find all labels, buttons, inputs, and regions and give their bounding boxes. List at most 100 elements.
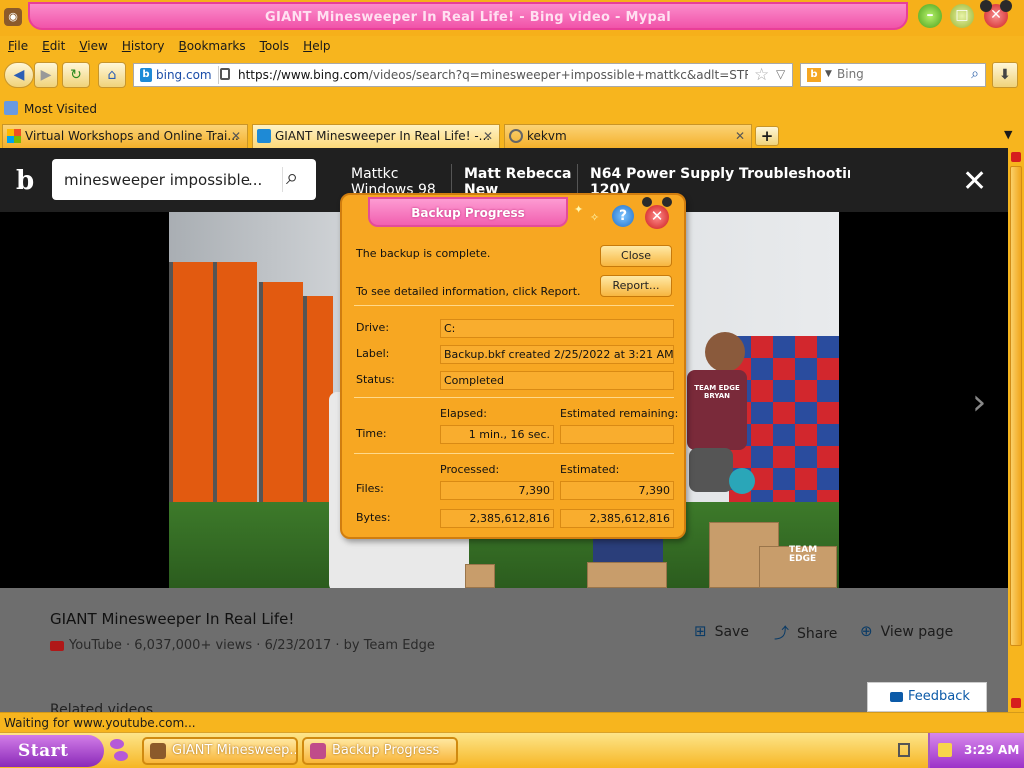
divider (354, 397, 674, 398)
search-engine-dropdown-icon[interactable]: ▼ (825, 69, 832, 79)
mouse-ear-right-icon (662, 197, 672, 207)
new-tab-button[interactable]: + (755, 126, 779, 146)
files-label: Files: (356, 482, 384, 495)
mouse-ear-left-icon (980, 0, 992, 12)
tab-close-icon[interactable]: ✕ (735, 125, 745, 147)
time-label: Time: (356, 427, 387, 440)
title-pill: GIANT Minesweeper In Real Life! - Bing v… (28, 2, 908, 30)
scroll-down-icon[interactable] (1011, 698, 1021, 708)
scroll-thumb[interactable] (1010, 166, 1022, 646)
downloads-button[interactable]: ⬇ (992, 62, 1018, 88)
start-button[interactable]: Start (0, 735, 104, 767)
save-icon: ⊞ (694, 622, 707, 640)
taskbar-browser[interactable]: GIANT Minesweep... (142, 737, 298, 765)
site-identity[interactable]: b bing.com (136, 66, 219, 84)
menu-edit[interactable]: Edit (42, 39, 65, 53)
elapsed-heading: Elapsed: (440, 407, 487, 420)
menu-tools[interactable]: Tools (260, 39, 290, 53)
tab-giant-minesweeper[interactable]: GIANT Minesweeper In Real Life! -... ✕ (252, 124, 500, 148)
window-title: GIANT Minesweeper In Real Life! - Bing v… (265, 10, 671, 25)
back-button[interactable]: ◀ (4, 62, 34, 88)
most-visited-bookmark[interactable]: Most Visited (24, 102, 97, 116)
estimated-heading: Estimated: (560, 463, 620, 476)
web-search-input[interactable] (837, 67, 957, 81)
video-title[interactable]: GIANT Minesweeper In Real Life! (50, 610, 294, 628)
video-info: GIANT Minesweeper In Real Life! YouTube … (0, 588, 1008, 712)
search-engine-icon[interactable]: b (807, 68, 821, 82)
backup-complete-message: The backup is complete. (356, 247, 491, 260)
mypal-app-icon[interactable]: ◉ (4, 8, 22, 26)
close-video-icon[interactable]: ✕ (962, 164, 987, 199)
menu-file[interactable]: File (8, 39, 28, 53)
web-search-box[interactable]: b ▼ ⌕ (800, 63, 986, 87)
mypal-icon (150, 743, 166, 759)
navigation-toolbar: ◀ ▶ ↻ ⌂ b bing.com https://www.bing.com/… (0, 58, 1024, 92)
label-label: Label: (356, 347, 390, 360)
share-button[interactable]: ⤴ Share (774, 622, 837, 643)
report-button[interactable]: Report... (600, 275, 672, 297)
volume-tray-icon[interactable] (938, 743, 952, 757)
bing-search-box[interactable]: minesweeper impossible ... ⌕ (52, 159, 316, 200)
forward-button[interactable]: ▶ (34, 62, 58, 88)
forward-arrow-icon: ▶ (40, 67, 52, 83)
home-button[interactable]: ⌂ (98, 62, 126, 88)
person-maroon-shirt: TEAM EDGE BRYAN (687, 370, 747, 450)
menu-bar: File Edit View History Bookmarks Tools H… (0, 36, 1024, 56)
menu-help[interactable]: Help (303, 39, 330, 53)
divider (354, 453, 674, 454)
menu-view[interactable]: View (79, 39, 107, 53)
files-processed: 7,390 (440, 481, 554, 500)
video-source[interactable]: YouTube (69, 638, 122, 653)
lock-icon (220, 68, 230, 80)
dialog-help-button[interactable]: ? (612, 205, 634, 227)
tab-virtual-workshops[interactable]: Virtual Workshops and Online Trai... ✕ (2, 124, 248, 148)
shirt-name-tag: BRYAN (703, 392, 731, 400)
tab-close-icon[interactable]: ✕ (483, 125, 493, 147)
youtube-icon (50, 640, 64, 651)
tab-kekvm[interactable]: kekvm ✕ (504, 124, 752, 148)
search-icon[interactable]: ⌕ (286, 165, 298, 190)
scroll-up-icon[interactable] (1011, 152, 1021, 162)
bytes-label: Bytes: (356, 511, 391, 524)
minimize-button[interactable]: – (918, 4, 942, 28)
bookmark-star-icon[interactable]: ☆ (754, 65, 769, 85)
bing-logo-icon[interactable]: b (16, 166, 34, 196)
view-page-button[interactable]: ⊕ View page (860, 622, 953, 640)
reload-button[interactable]: ↻ (62, 62, 90, 88)
tab-close-icon[interactable]: ✕ (231, 125, 241, 147)
dialog-close-button[interactable]: ✕ (645, 205, 669, 229)
report-hint-message: To see detailed information, click Repor… (356, 285, 581, 298)
clock[interactable]: 3:29 AM (964, 743, 1019, 757)
page-scrollbar[interactable] (1008, 148, 1024, 712)
url-text[interactable]: https://www.bing.com/videos/search?q=min… (238, 68, 748, 82)
query-ellipsis: ... (248, 171, 263, 189)
bing-search-query[interactable]: minesweeper impossible (64, 171, 250, 189)
menu-bookmarks[interactable]: Bookmarks (179, 39, 246, 53)
divider (354, 305, 674, 306)
save-button[interactable]: ⊞ Save (694, 622, 749, 640)
status-bar: Waiting for www.youtube.com... (0, 712, 1024, 732)
feedback-button[interactable]: Feedback (867, 682, 987, 712)
dialog-title: Backup Progress (411, 206, 525, 220)
menu-history[interactable]: History (122, 39, 165, 53)
maximize-button[interactable]: □ (950, 4, 974, 28)
tab-list-icon[interactable]: ▼ (1004, 128, 1012, 141)
dialog-title-pill: Backup Progress (368, 197, 568, 227)
reload-icon: ↻ (70, 67, 82, 83)
window-titlebar: ◉ GIANT Minesweeper In Real Life! - Bing… (0, 0, 1024, 36)
backup-icon (310, 743, 326, 759)
next-video-chevron-icon[interactable]: › (972, 382, 986, 423)
url-bar[interactable]: b bing.com https://www.bing.com/videos/s… (133, 63, 793, 87)
person-shorts (689, 448, 733, 492)
taskbar: Start GIANT Minesweep... Backup Progress… (0, 732, 1024, 768)
network-tray-icon[interactable] (898, 743, 910, 757)
taskbar-backup[interactable]: Backup Progress (302, 737, 458, 765)
close-button[interactable]: Close (600, 245, 672, 267)
related-line1: Matt Rebecca (464, 166, 572, 182)
drive-label: Drive: (356, 321, 390, 334)
quick-launch-icon[interactable] (108, 737, 130, 765)
dialog-titlebar[interactable]: Backup Progress ✦ ✧ ? ✕ (342, 195, 684, 233)
search-icon[interactable]: ⌕ (971, 66, 979, 82)
url-dropdown-icon[interactable]: ▽ (776, 67, 785, 81)
status-text: Waiting for www.youtube.com... (4, 716, 196, 730)
